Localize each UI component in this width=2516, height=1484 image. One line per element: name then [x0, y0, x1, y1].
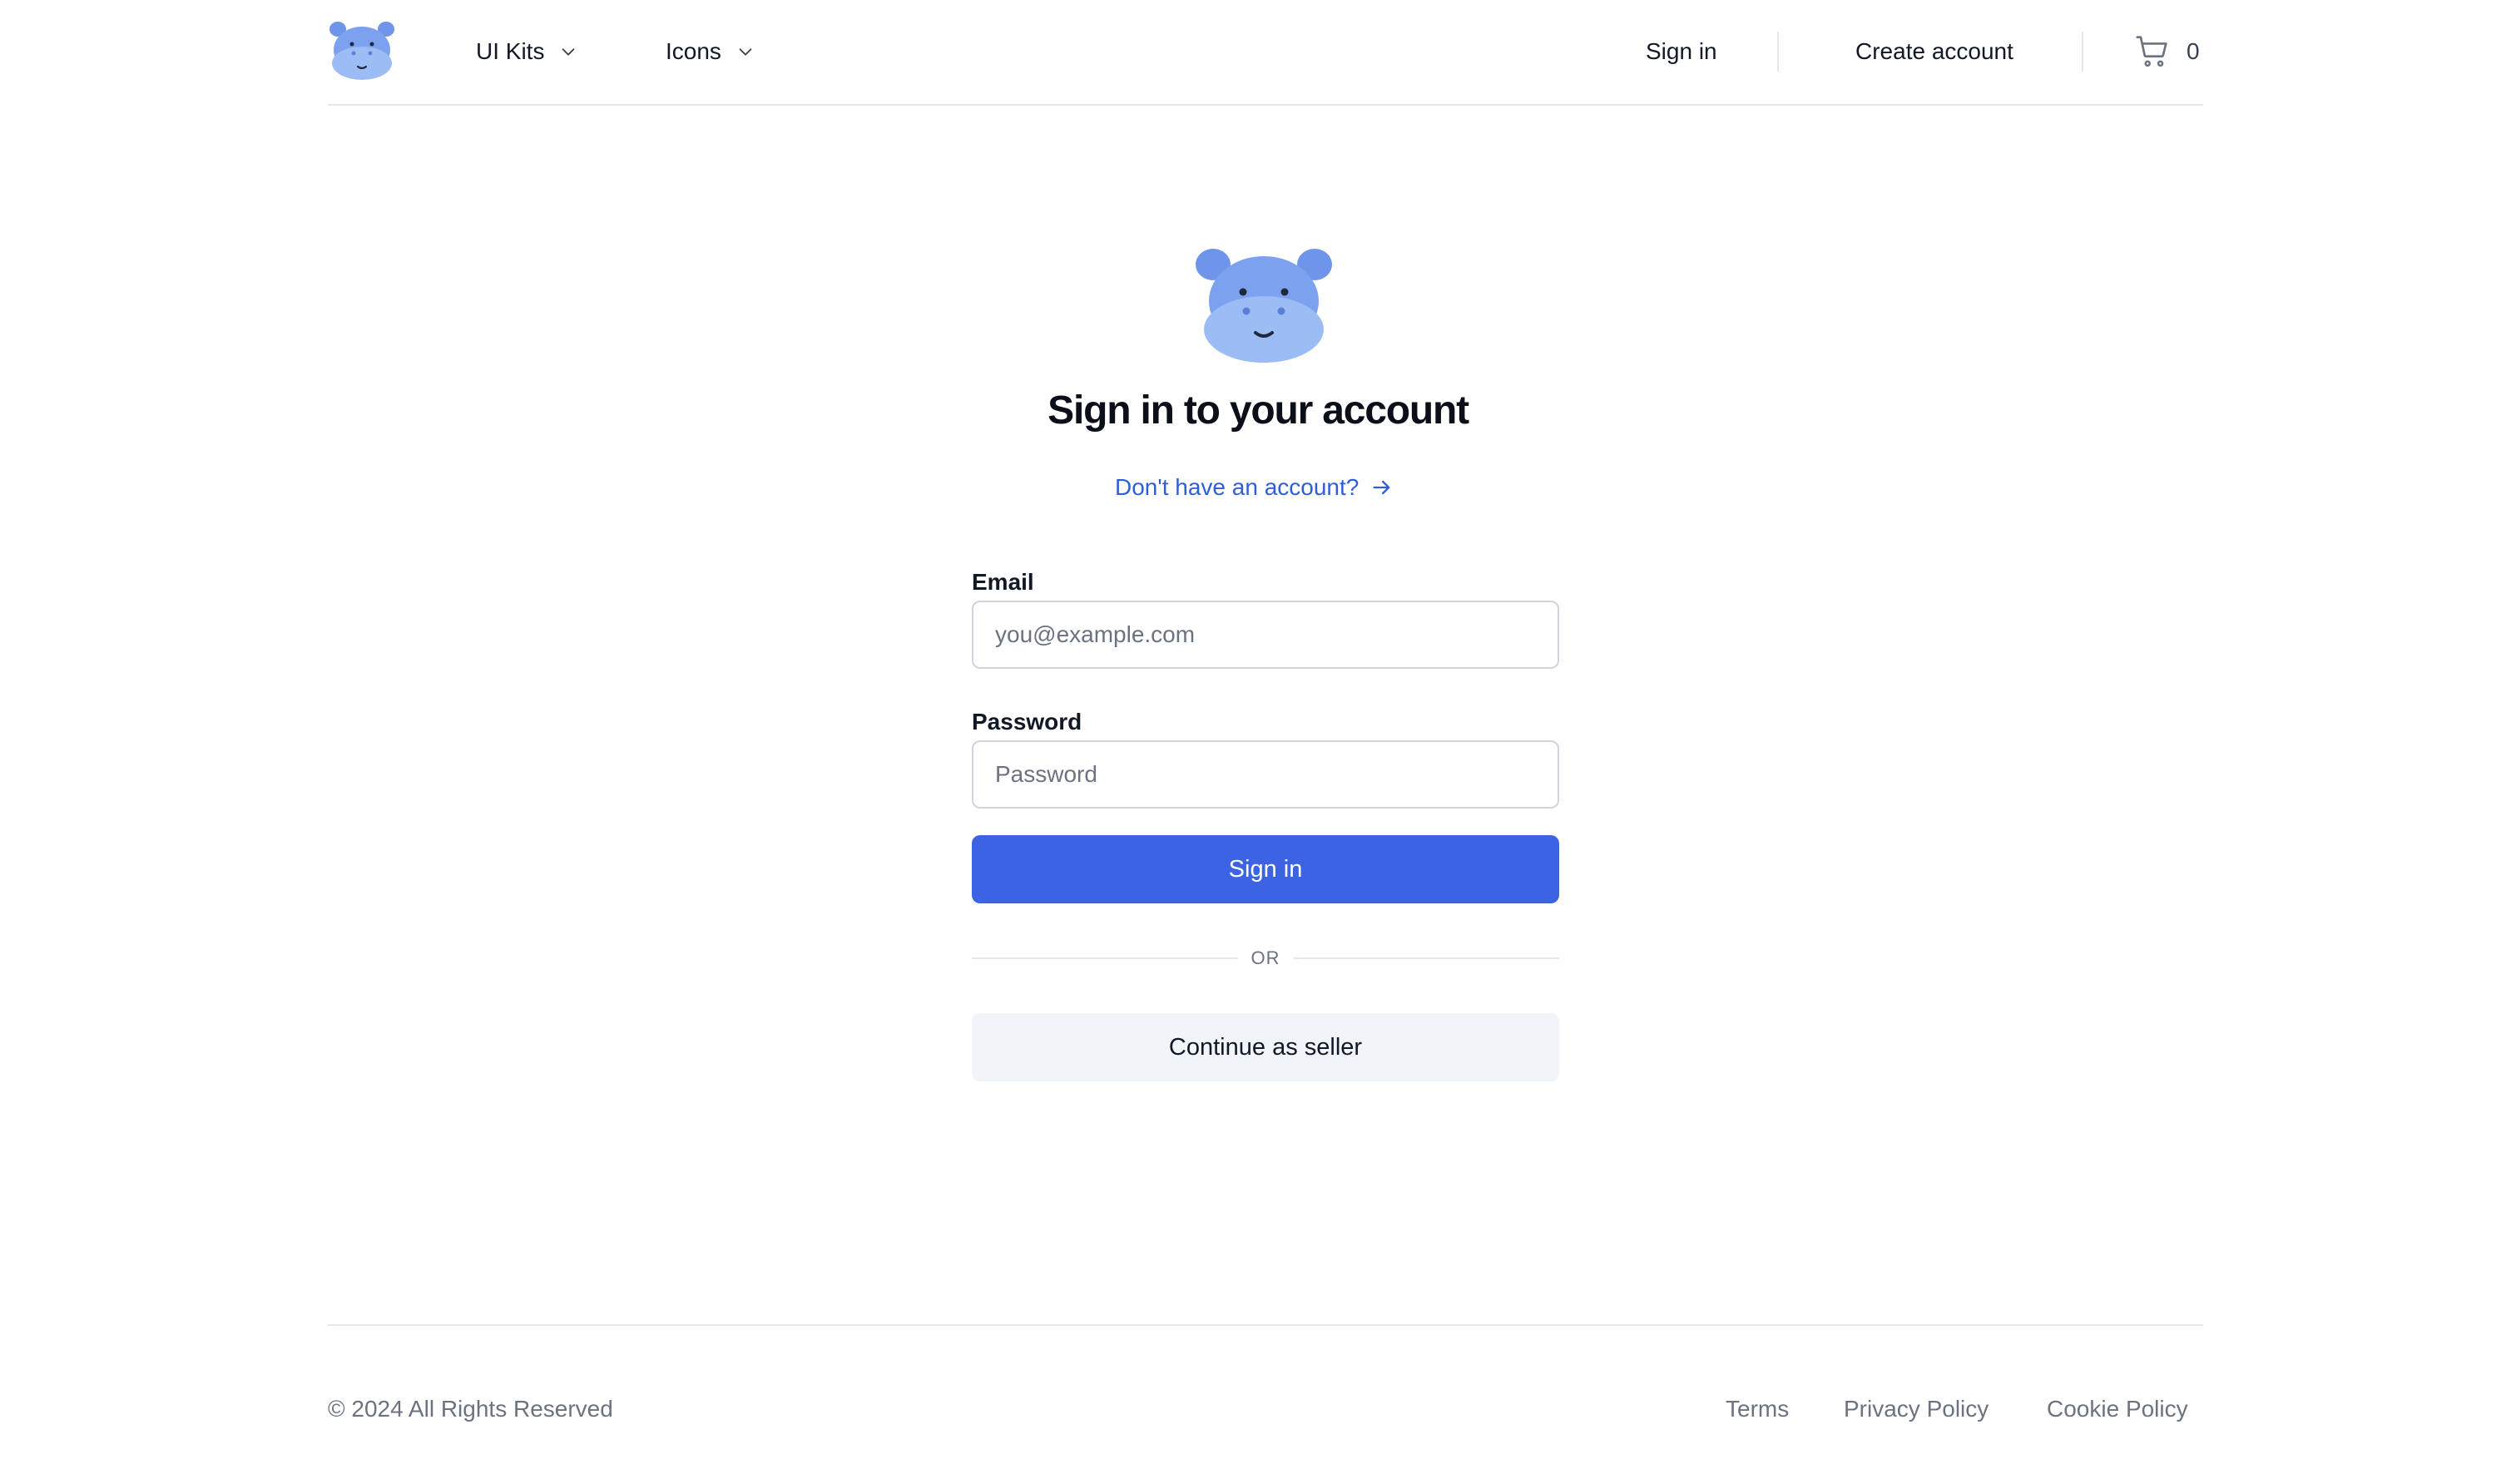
header-sign-in-link[interactable]: Sign in — [1646, 33, 1717, 70]
header-divider — [1777, 32, 1779, 72]
page: UI Kits Icons Sign in Create account 0 S… — [0, 0, 2516, 1484]
sign-in-button[interactable]: Sign in — [972, 835, 1559, 903]
divider-line — [1293, 957, 1559, 959]
footer-link-privacy-policy[interactable]: Privacy Policy — [1844, 1392, 1989, 1426]
shopping-cart-icon — [2136, 36, 2167, 67]
nav-icons-dropdown[interactable]: Icons — [666, 33, 755, 70]
password-field[interactable] — [972, 740, 1559, 809]
create-account-link-label: Don't have an account? — [1115, 474, 1360, 500]
email-field[interactable] — [972, 601, 1559, 669]
or-divider: OR — [972, 942, 1559, 975]
top-navbar: UI Kits Icons Sign in Create account 0 — [328, 0, 2203, 106]
cart-button[interactable]: 0 — [2133, 32, 2200, 72]
email-label: Email — [972, 569, 1034, 595]
divider-line — [972, 957, 1238, 959]
footer-link-terms[interactable]: Terms — [1726, 1392, 1789, 1426]
nav-ui-kits-dropdown[interactable]: UI Kits — [476, 33, 577, 70]
or-text: OR — [1251, 947, 1280, 968]
copyright-text: © 2024 All Rights Reserved — [328, 1396, 613, 1422]
header-create-account-link[interactable]: Create account — [1855, 33, 2013, 70]
password-label: Password — [972, 709, 1082, 735]
chevron-down-icon — [562, 48, 575, 56]
nav-ui-kits-label: UI Kits — [476, 38, 545, 64]
hippo-logo-icon[interactable] — [328, 20, 396, 82]
page-title: Sign in to your account — [1048, 388, 1469, 433]
hippo-logo-icon — [1196, 249, 1332, 363]
sign-in-form: Email Password Sign in OR Continue as se… — [972, 566, 1559, 1081]
chevron-down-icon — [739, 48, 752, 56]
nav-icons-label: Icons — [666, 38, 721, 64]
header-divider — [2082, 32, 2083, 72]
footer-divider — [328, 1324, 2203, 1326]
continue-as-seller-button[interactable]: Continue as seller — [972, 1013, 1559, 1081]
footer-link-cookie-policy[interactable]: Cookie Policy — [2047, 1392, 2188, 1426]
create-account-link[interactable]: Don't have an account? — [1115, 471, 1394, 504]
cart-count: 0 — [2187, 38, 2200, 64]
arrow-right-icon — [1373, 480, 1390, 495]
